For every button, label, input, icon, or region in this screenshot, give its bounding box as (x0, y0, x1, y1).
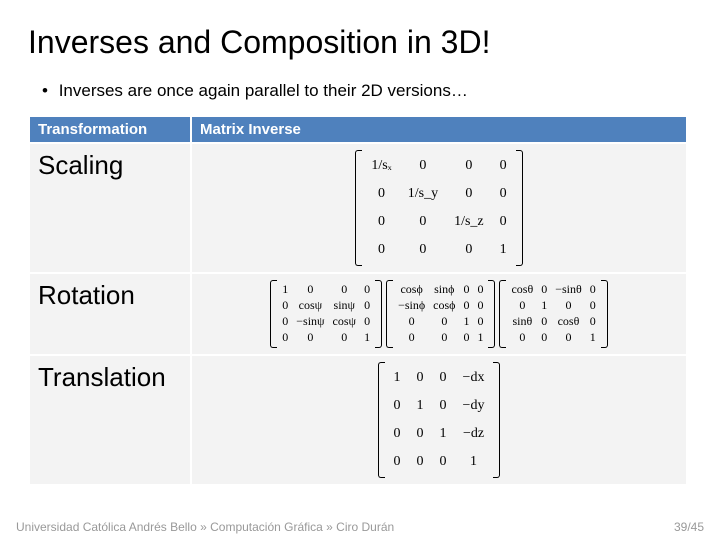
bullet-text: Inverses are once again parallel to thei… (42, 81, 692, 101)
slide: Inverses and Composition in 3D! Inverses… (0, 0, 720, 486)
breadcrumb: Universidad Católica Andrés Bello » Comp… (16, 520, 394, 534)
rotation-matrix-z: cosϕsinϕ00−sinϕcosϕ0000100001 (386, 280, 495, 347)
slide-title: Inverses and Composition in 3D! (28, 24, 692, 61)
rotation-matrix-y: cosθ0−sinθ00100sinθ0cosθ00001 (499, 280, 607, 347)
footer: Universidad Católica Andrés Bello » Comp… (0, 520, 720, 534)
row-scaling-label: Scaling (30, 144, 190, 272)
row-scaling-matrix: 1/sₓ00001/s_y00001/s_z00001 (192, 144, 686, 272)
scaling-matrix: 1/sₓ00001/s_y00001/s_z00001 (355, 150, 522, 266)
col-header-inverse: Matrix Inverse (192, 117, 686, 142)
row-translation-label: Translation (30, 356, 190, 484)
page-number: 39/45 (674, 520, 704, 534)
rotation-matrix-x: 10000cosψsinψ00−sinψcosψ00001 (270, 280, 382, 347)
row-rotation-matrix: 10000cosψsinψ00−sinψcosψ00001 cosϕsinϕ00… (192, 274, 686, 353)
row-translation-matrix: 100−dx010−dy001−dz0001 (192, 356, 686, 484)
inverse-table: Transformation Matrix Inverse Scaling 1/… (28, 115, 688, 486)
row-rotation-label: Rotation (30, 274, 190, 353)
translation-matrix: 100−dx010−dy001−dz0001 (378, 362, 501, 478)
col-header-transformation: Transformation (30, 117, 190, 142)
